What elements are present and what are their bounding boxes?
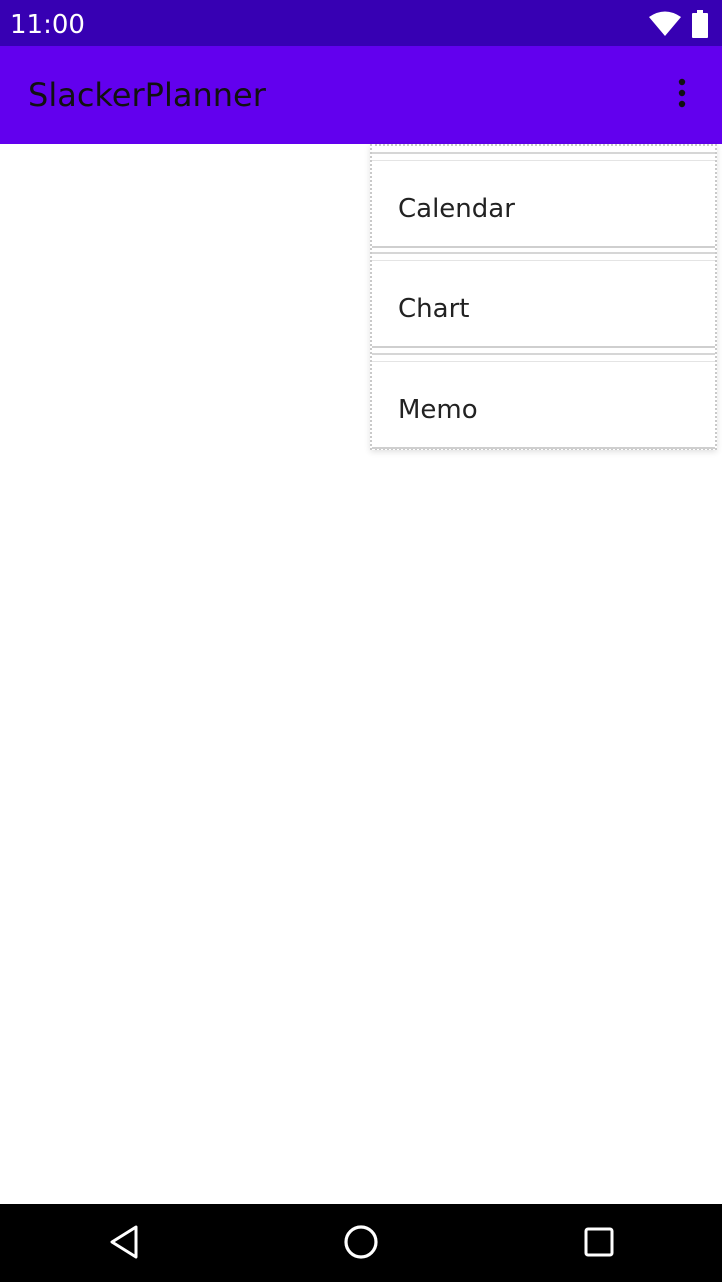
menu-item-label: Chart [398, 294, 470, 324]
recents-icon [583, 1226, 615, 1262]
overflow-menu-button[interactable] [662, 72, 702, 118]
menu-item-calendar[interactable]: Calendar [372, 152, 715, 248]
menu-item-label: Memo [398, 395, 478, 425]
wifi-icon [648, 11, 682, 37]
more-vert-icon [678, 78, 686, 112]
menu-item-label: Calendar [398, 194, 515, 224]
app-bar: SlackerPlanner [0, 46, 722, 144]
navigation-bar [0, 1204, 722, 1282]
status-time: 11:00 [10, 10, 85, 40]
menu-item-chart[interactable]: Chart [372, 252, 715, 348]
status-bar: 11:00 [0, 0, 722, 46]
back-button[interactable] [104, 1224, 144, 1264]
recents-button[interactable] [579, 1224, 619, 1264]
status-icons [648, 10, 708, 38]
menu-item-memo[interactable]: Memo [372, 353, 715, 449]
home-icon [343, 1224, 379, 1264]
overflow-menu: Calendar Chart Memo [370, 144, 717, 450]
home-button[interactable] [341, 1224, 381, 1264]
back-icon [108, 1225, 140, 1263]
battery-icon [692, 10, 708, 38]
app-title: SlackerPlanner [28, 76, 266, 114]
